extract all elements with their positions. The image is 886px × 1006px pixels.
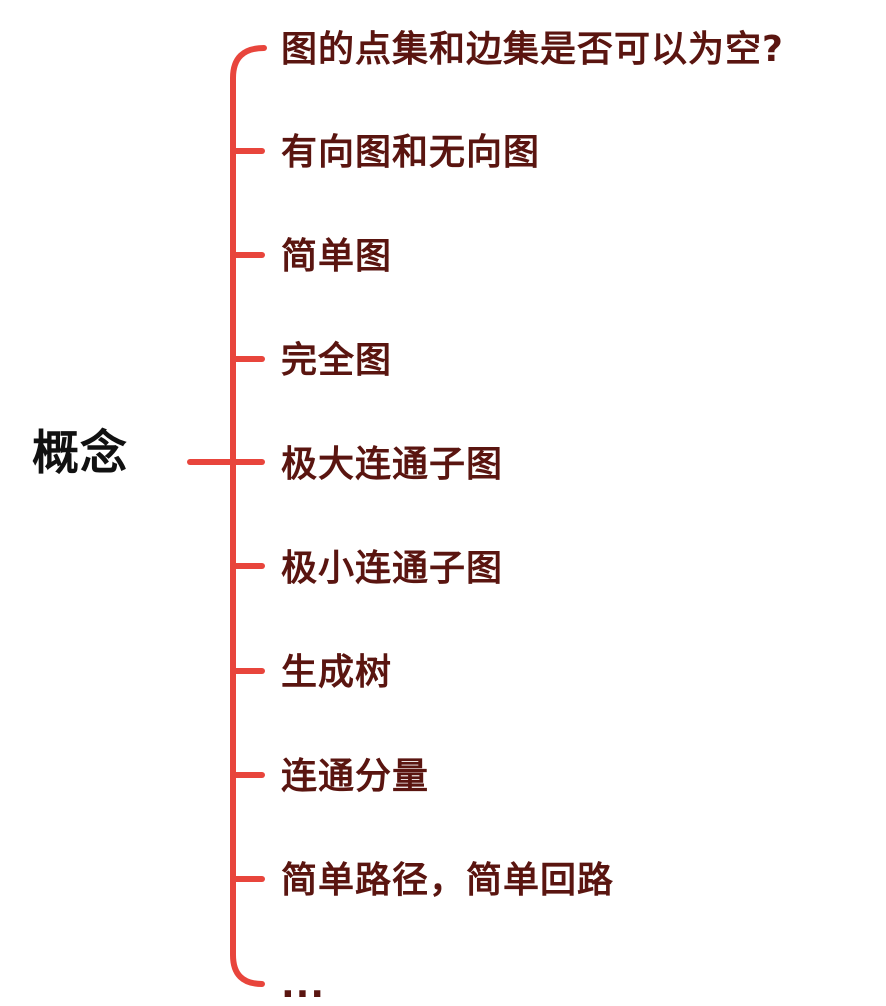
branch-node-spanning-tree: 生成树: [281, 652, 393, 693]
root-node: 概念: [32, 426, 128, 481]
branch-node-minimal-connected-subgraph: 极小连通子图: [281, 548, 504, 589]
branch-node-empty-sets: 图的点集和边集是否可以为空?: [281, 29, 784, 70]
branch-node-ellipsis: ...: [281, 965, 326, 1006]
branch-node-directed-undirected: 有向图和无向图: [281, 132, 541, 173]
branch-node-simple-path-cycle: 简单路径，简单回路: [281, 860, 615, 901]
branch-node-maximal-connected-subgraph: 极大连通子图: [281, 444, 504, 485]
branch-node-complete-graph: 完全图: [281, 340, 393, 381]
branch-node-simple-graph: 简单图: [281, 236, 393, 277]
branch-node-connected-component: 连通分量: [281, 756, 430, 797]
trunk-line: [230, 45, 267, 987]
mind-map: 概念 图的点集和边集是否可以为空? 有向图和无向图 简单图 完全图 极大连通子图…: [0, 0, 886, 1004]
